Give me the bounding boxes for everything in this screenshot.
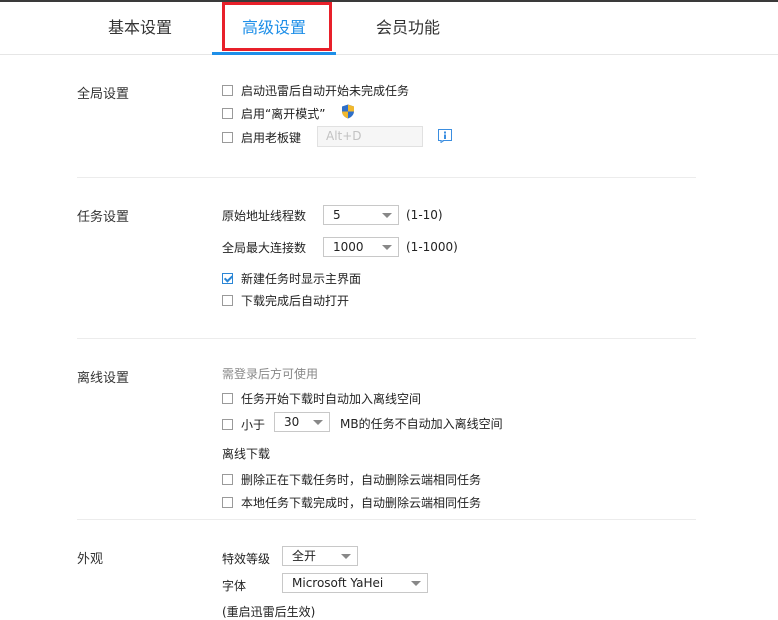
threads-range: (1-10) bbox=[406, 208, 443, 222]
effects-select[interactable]: 全开 bbox=[282, 546, 358, 566]
shield-icon bbox=[341, 104, 355, 122]
max-conn-select[interactable]: 1000 bbox=[323, 237, 399, 257]
delete-downloading-checkbox[interactable] bbox=[222, 474, 233, 485]
auto-add-offline-label: 任务开始下载时自动加入离线空间 bbox=[241, 392, 422, 406]
show-main-label: 新建任务时显示主界面 bbox=[241, 272, 362, 286]
auto-open-option[interactable]: 下载完成后自动打开 bbox=[222, 292, 349, 309]
section-title-offline: 离线设置 bbox=[77, 371, 130, 386]
auto-start-checkbox[interactable] bbox=[222, 85, 233, 96]
auto-start-option[interactable]: 启动迅雷后自动开始未完成任务 bbox=[222, 82, 409, 99]
show-main-option[interactable]: 新建任务时显示主界面 bbox=[222, 270, 361, 287]
tab-basic-settings[interactable]: 基本设置 bbox=[78, 2, 202, 54]
offline-note: 需登录后方可使用 bbox=[222, 367, 319, 381]
font-label: 字体 bbox=[222, 579, 247, 593]
size-limit-label: 小于 bbox=[241, 418, 266, 432]
delete-local-label: 本地任务下载完成时，自动删除云端相同任务 bbox=[241, 496, 482, 510]
section-title-task: 任务设置 bbox=[77, 210, 130, 225]
leave-mode-option[interactable]: 启用“离开模式” bbox=[222, 104, 355, 122]
delete-local-option[interactable]: 本地任务下载完成时，自动删除云端相同任务 bbox=[222, 494, 481, 511]
show-main-checkbox[interactable] bbox=[222, 273, 233, 284]
size-limit-option[interactable]: 小于 bbox=[222, 416, 265, 433]
divider bbox=[77, 519, 696, 520]
divider bbox=[77, 177, 696, 178]
font-select[interactable]: Microsoft YaHei bbox=[282, 573, 428, 593]
section-title-appearance: 外观 bbox=[77, 552, 104, 567]
boss-key-hotkey-field[interactable]: Alt+D bbox=[317, 126, 423, 147]
effects-label: 特效等级 bbox=[222, 552, 271, 566]
boss-key-option[interactable]: 启用老板键 bbox=[222, 129, 301, 146]
delete-downloading-option[interactable]: 删除正在下载任务时，自动删除云端相同任务 bbox=[222, 471, 481, 488]
delete-downloading-label: 删除正在下载任务时，自动删除云端相同任务 bbox=[241, 473, 482, 487]
size-limit-select[interactable]: 30 bbox=[274, 412, 330, 432]
size-limit-checkbox[interactable] bbox=[222, 419, 233, 430]
chevron-down-icon bbox=[382, 245, 392, 250]
size-limit-suffix: MB的任务不自动加入离线空间 bbox=[340, 417, 503, 431]
chevron-down-icon bbox=[341, 554, 351, 559]
chevron-down-icon bbox=[411, 581, 421, 586]
leave-mode-checkbox[interactable] bbox=[222, 107, 233, 119]
delete-local-checkbox[interactable] bbox=[222, 497, 233, 508]
auto-open-label: 下载完成后自动打开 bbox=[241, 294, 350, 308]
threads-label: 原始地址线程数 bbox=[222, 209, 307, 223]
section-title-global: 全局设置 bbox=[77, 87, 130, 102]
active-tab-indicator bbox=[212, 52, 336, 55]
auto-add-offline-checkbox[interactable] bbox=[222, 393, 233, 404]
info-icon[interactable] bbox=[438, 128, 452, 147]
chevron-down-icon bbox=[313, 420, 323, 425]
leave-mode-label: 启用“离开模式” bbox=[241, 106, 326, 121]
auto-add-offline-option[interactable]: 任务开始下载时自动加入离线空间 bbox=[222, 390, 421, 407]
divider bbox=[77, 338, 696, 339]
tab-bar: 基本设置 高级设置 会员功能 bbox=[0, 2, 778, 55]
threads-select[interactable]: 5 bbox=[323, 205, 399, 225]
highlight-annotation-box bbox=[222, 2, 332, 51]
chevron-down-icon bbox=[382, 213, 392, 218]
offline-download-subtitle: 离线下载 bbox=[222, 447, 271, 461]
max-conn-label: 全局最大连接数 bbox=[222, 241, 307, 255]
auto-start-label: 启动迅雷后自动开始未完成任务 bbox=[241, 84, 410, 98]
boss-key-label: 启用老板键 bbox=[241, 131, 302, 145]
restart-note: (重启迅雷后生效) bbox=[222, 605, 316, 619]
tab-member-features[interactable]: 会员功能 bbox=[346, 2, 470, 54]
auto-open-checkbox[interactable] bbox=[222, 295, 233, 306]
max-conn-range: (1-1000) bbox=[406, 240, 458, 254]
boss-key-checkbox[interactable] bbox=[222, 132, 233, 143]
